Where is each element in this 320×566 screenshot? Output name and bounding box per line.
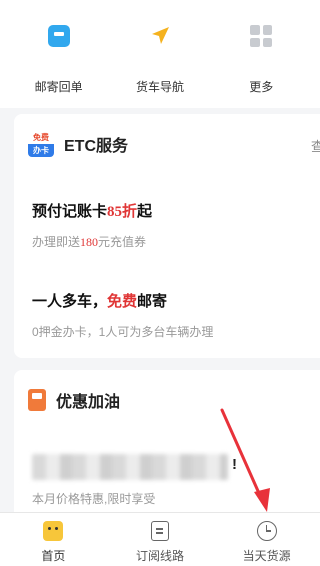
promo-title: 一人多车，免费邮寄 [32,293,168,310]
quick-action-mail-receipt[interactable]: 邮寄回单 [14,0,104,108]
promo-subtitle: 0押金办卡，1人可为多台车辆办理 [32,325,214,339]
quick-action-label: 货车导航 [135,80,184,94]
nav-label: 首页 [41,549,66,563]
fuel-card-subtitle: 本月价格特惠,限时享受 [32,492,156,506]
quick-action-more[interactable]: 更多 [216,0,306,108]
badge-bottom-text: 办卡 [28,144,54,157]
etc-card-title: ETC服务 [64,138,129,155]
navigation-arrow-icon [146,22,174,50]
home-icon [43,521,64,541]
quick-actions-row: 邮寄回单 货车导航 更多 [0,0,320,108]
nav-item-todays-cargo[interactable]: 当天货源 [213,513,320,566]
promo-title: 预付记账卡85折起 [32,203,153,220]
fuel-card-title: 优惠加油 [56,394,121,411]
quick-action-truck-navigation[interactable]: 货车导航 [115,0,205,108]
quick-action-label: 更多 [249,80,274,94]
nav-label: 当天货源 [242,549,291,563]
bottom-navigation: 首页 订阅线路 当天货源 [0,512,320,566]
etc-card-more-link[interactable]: 查 [311,136,320,155]
badge-top-text: 免费 [28,131,54,144]
blurred-text-end: ! [232,456,237,473]
fuel-card-header[interactable]: 优惠加油 [14,370,320,430]
subscription-doc-icon [151,521,169,541]
mail-receipt-icon [45,22,73,50]
etc-promo-multi-vehicle[interactable]: 一人多车，免费邮寄 0押金办卡，1人可为多台车辆办理 [14,290,213,340]
etc-card-header[interactable]: 免费 办卡 ETC服务 [14,114,320,174]
blurred-price-text [32,454,228,480]
etc-promo-prepaid[interactable]: 预付记账卡85折起 办理即送180元充值券 [14,200,152,250]
fuel-pump-icon [28,389,46,411]
nav-label: 订阅线路 [136,549,185,563]
fuel-discount-card: 优惠加油 ! 本月价格特惠,限时享受 [14,370,320,520]
etc-service-card: 免费 办卡 ETC服务 查 预付记账卡85折起 办理即送180元充值券 一人多车… [14,114,320,358]
promo-subtitle: 办理即送180元充值券 [32,235,147,249]
nav-item-home[interactable]: 首页 [0,513,107,566]
clock-icon [256,521,277,541]
free-card-badge-icon: 免费 办卡 [28,131,54,157]
nav-item-subscribed-routes[interactable]: 订阅线路 [107,513,214,566]
more-grid-icon [247,22,275,50]
quick-action-label: 邮寄回单 [34,80,83,94]
